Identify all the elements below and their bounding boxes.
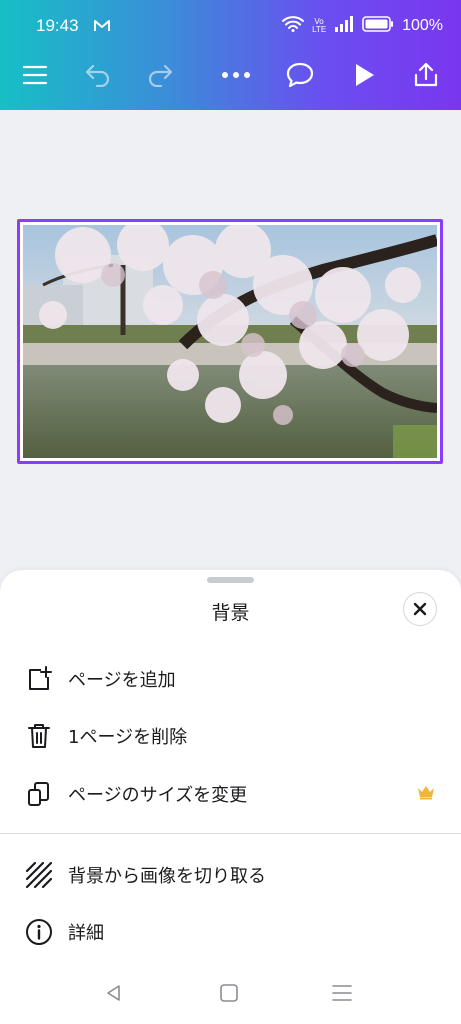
trash-icon <box>24 721 54 751</box>
editor-toolbar <box>0 52 461 98</box>
design-page[interactable] <box>17 219 443 464</box>
resize-icon <box>24 779 54 809</box>
menu-item-label: ページのサイズを変更 <box>68 785 248 806</box>
home-icon[interactable] <box>216 980 242 1006</box>
info-icon <box>24 917 54 947</box>
more-icon[interactable] <box>218 58 254 92</box>
menu-item-label: 1ページを削除 <box>68 727 188 748</box>
menu-item-label: 背景から画像を切り取る <box>68 866 266 887</box>
menu-item-delete-page[interactable]: 1ページを削除 <box>0 710 461 762</box>
hatch-icon <box>24 860 54 890</box>
menu-item-details[interactable]: 詳細 <box>0 906 461 958</box>
play-icon[interactable] <box>346 58 382 92</box>
menu-item-label: ページを追加 <box>68 670 176 691</box>
close-icon <box>412 601 428 617</box>
signal-icon <box>334 16 354 36</box>
recents-icon[interactable] <box>329 980 355 1006</box>
menu-item-label: 詳細 <box>68 923 104 944</box>
menu-item-resize-page[interactable]: ページのサイズを変更 <box>0 768 461 820</box>
system-nav-bar <box>0 970 461 1016</box>
comment-icon[interactable] <box>282 58 318 92</box>
background-bottom-sheet: 背景 ページを追加 1ページを削除 ページのサイズを変更 背景から画像を切り取る <box>0 570 461 1024</box>
back-icon[interactable] <box>101 980 127 1006</box>
crown-icon <box>417 784 435 804</box>
mail-icon <box>93 19 111 33</box>
share-icon[interactable] <box>408 58 444 92</box>
redo-icon[interactable] <box>142 58 178 92</box>
close-button[interactable] <box>403 592 437 626</box>
wifi-icon <box>282 16 305 36</box>
battery-percent: 100% <box>402 17 443 34</box>
add-page-icon <box>24 664 54 694</box>
undo-icon[interactable] <box>80 58 116 92</box>
status-time: 19:43 <box>36 16 79 35</box>
app-header: 19:43 Vo LTE 100% <box>0 0 461 110</box>
menu-icon[interactable] <box>17 58 53 92</box>
drag-handle[interactable] <box>207 577 254 583</box>
volte-icon: Vo LTE <box>312 17 327 34</box>
cherry-blossom-photo[interactable] <box>23 225 437 458</box>
menu-item-add-page[interactable]: ページを追加 <box>0 653 461 705</box>
sheet-title: 背景 <box>211 602 250 624</box>
status-bar: 19:43 Vo LTE 100% <box>0 0 461 52</box>
battery-icon <box>362 16 394 36</box>
divider <box>0 833 461 834</box>
menu-item-crop-background[interactable]: 背景から画像を切り取る <box>0 849 461 901</box>
